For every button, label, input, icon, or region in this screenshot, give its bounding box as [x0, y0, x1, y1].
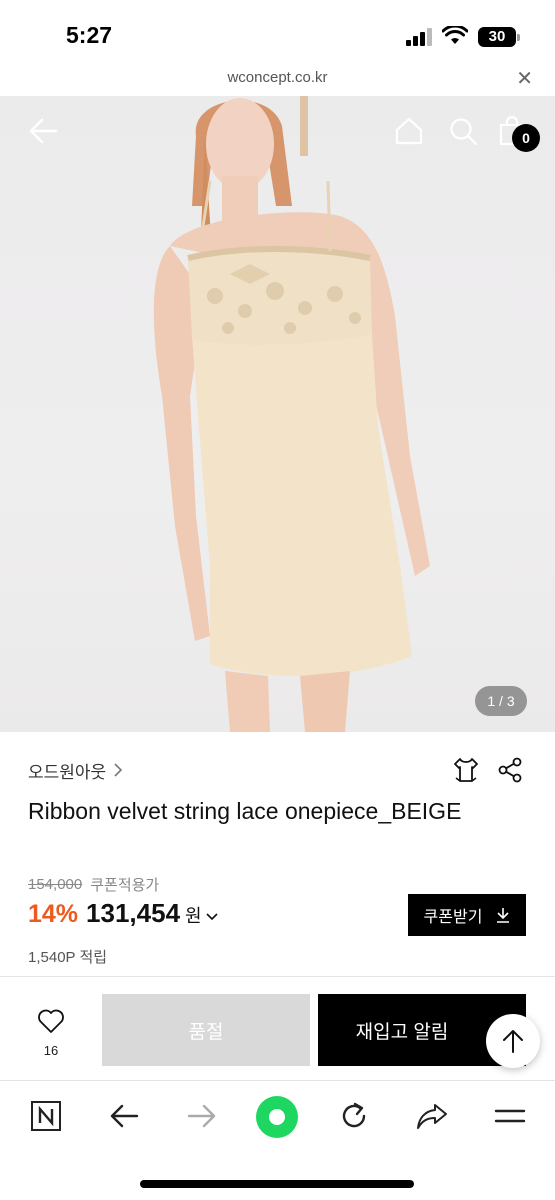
menu-icon[interactable]: [492, 1098, 528, 1134]
search-icon[interactable]: [448, 116, 478, 146]
share-icon[interactable]: [496, 756, 524, 784]
original-price-row: 154,000 쿠폰적용가: [28, 874, 159, 895]
brand-name[interactable]: 오드원아웃: [28, 758, 106, 783]
arrow-up-icon: [503, 1030, 523, 1053]
divider: [0, 976, 555, 977]
sale-price: 131,454: [86, 898, 181, 928]
image-page-indicator: 1 / 3: [475, 686, 527, 716]
forward-icon[interactable]: [184, 1098, 220, 1134]
brand-link[interactable]: 오드원아웃: [28, 758, 124, 782]
product-title: Ribbon velvet string lace onepiece_BEIGE: [28, 798, 462, 824]
url-text[interactable]: wconcept.co.kr: [0, 69, 555, 86]
status-bar: 5:27 30: [0, 0, 555, 62]
like-count: 16: [43, 1043, 59, 1058]
sold-out-button[interactable]: 품절: [102, 994, 310, 1066]
price-row[interactable]: 14% 131,454 원: [28, 898, 218, 929]
currency-label: 원: [185, 906, 202, 926]
cart-count-badge[interactable]: 0: [512, 124, 540, 152]
chevron-down-icon[interactable]: [206, 912, 218, 922]
original-price: 154,000: [28, 876, 83, 893]
signal-icon: [406, 28, 434, 46]
close-icon[interactable]: ✕: [516, 66, 533, 91]
home-icon[interactable]: [394, 116, 424, 146]
chevron-right-icon: [114, 763, 123, 777]
battery-icon: 30: [478, 27, 520, 47]
naver-n-icon[interactable]: [28, 1098, 64, 1134]
hanger-icon[interactable]: [452, 756, 480, 784]
share-arrow-icon[interactable]: [414, 1098, 450, 1134]
scroll-to-top-button[interactable]: [486, 1014, 540, 1068]
get-coupon-button[interactable]: 쿠폰받기: [408, 894, 526, 936]
wifi-icon: [442, 26, 468, 44]
status-time: 5:27: [66, 22, 113, 48]
url-bar[interactable]: wconcept.co.kr ✕: [0, 62, 555, 96]
coupon-price-label: 쿠폰적용가: [90, 877, 160, 894]
product-photo: [153, 96, 430, 732]
back-arrow-icon[interactable]: [26, 114, 60, 148]
home-indicator: [140, 1180, 414, 1188]
download-icon: [497, 908, 510, 923]
get-coupon-label: 쿠폰받기: [423, 909, 483, 926]
green-dot-icon[interactable]: [254, 1094, 300, 1140]
product-image[interactable]: 0 1 / 3: [0, 96, 555, 732]
reload-icon[interactable]: [336, 1098, 372, 1134]
heart-icon[interactable]: [37, 1008, 65, 1034]
discount-rate: 14%: [28, 900, 79, 928]
like-button[interactable]: 16: [30, 1008, 72, 1060]
back-icon[interactable]: [106, 1098, 142, 1134]
reward-points: 1,540P 적립: [28, 949, 108, 966]
